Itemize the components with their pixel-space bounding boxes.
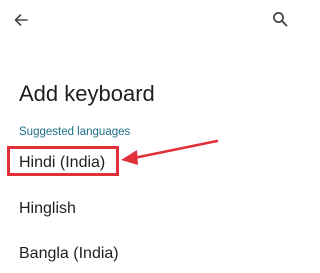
- section-header-suggested-languages: Suggested languages: [19, 126, 131, 138]
- language-item-bangla-india[interactable]: Bangla (India): [0, 236, 300, 270]
- arrow-back-icon: [14, 14, 28, 26]
- top-app-bar: [0, 0, 300, 40]
- language-label: Hinglish: [19, 200, 76, 217]
- search-icon: [273, 12, 288, 27]
- back-button[interactable]: [11, 10, 31, 30]
- add-keyboard-screen: Add keyboard Suggested languages Hindi (…: [0, 0, 300, 273]
- search-button[interactable]: [270, 9, 290, 29]
- language-item-hinglish[interactable]: Hinglish: [0, 191, 300, 225]
- language-label: Bangla (India): [19, 245, 119, 262]
- page-title: Add keyboard: [19, 81, 155, 106]
- language-label: Hindi (India): [19, 154, 106, 171]
- language-item-hindi-india[interactable]: Hindi (India): [0, 145, 300, 179]
